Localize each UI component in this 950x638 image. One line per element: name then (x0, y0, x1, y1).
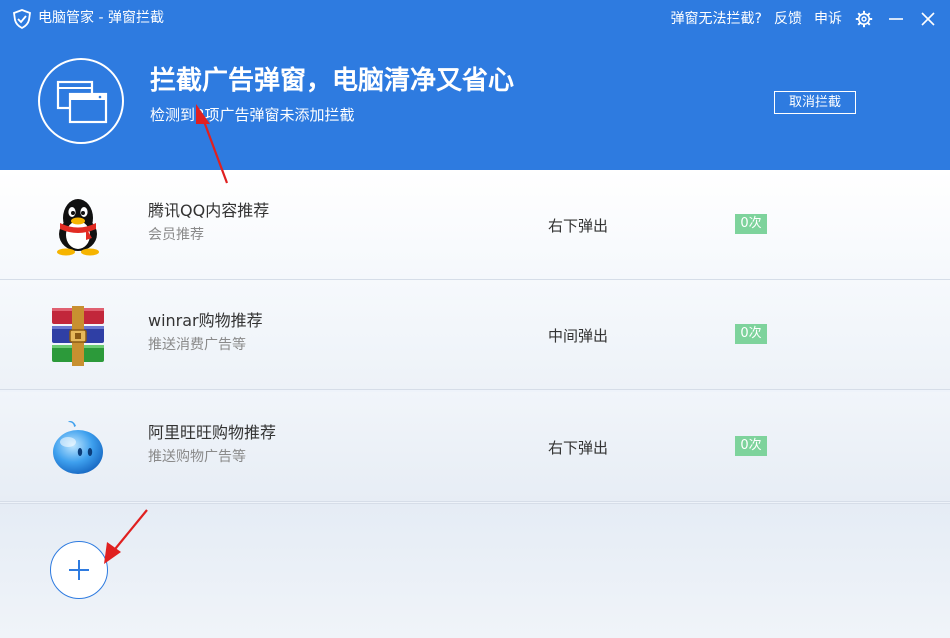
plus-icon (69, 560, 89, 580)
popup-name: 阿里旺旺购物推荐 (148, 423, 277, 442)
close-icon[interactable] (918, 9, 938, 29)
cancel-block-button[interactable]: 取消拦截 (774, 91, 856, 114)
qq-penguin-icon (57, 199, 99, 256)
popup-name: 腾讯QQ内容推荐 (148, 201, 270, 220)
aliwangwang-icon (53, 421, 103, 474)
winrar-books-icon (52, 306, 104, 366)
popup-desc: 推送购物广告等 (148, 449, 246, 465)
gear-icon[interactable] (854, 9, 874, 29)
popup-count-badge: 0次 (735, 214, 767, 234)
feedback-link[interactable]: 反馈 (774, 9, 802, 29)
title-bar-links: 弹窗无法拦截? 反馈 申诉 (671, 8, 938, 30)
footer-area (0, 503, 950, 638)
banner-subtitle: 检测到3项广告弹窗未添加拦截 (150, 106, 355, 124)
list-item: 阿里旺旺购物推荐 推送购物广告等 右下弹出 0次 (0, 392, 950, 502)
popup-desc: 推送消费广告等 (148, 337, 246, 353)
popup-position: 中间弹出 (548, 327, 609, 345)
cant-block-link[interactable]: 弹窗无法拦截? (671, 9, 762, 29)
app-window: 电脑管家 - 弹窗拦截 弹窗无法拦截? 反馈 申诉 拦截广告弹窗，电脑清净又省心… (0, 0, 950, 638)
popup-position: 右下弹出 (548, 217, 609, 235)
list-item: winrar购物推荐 推送消费广告等 中间弹出 0次 (0, 280, 950, 390)
title-bar: 电脑管家 - 弹窗拦截 弹窗无法拦截? 反馈 申诉 (0, 0, 950, 36)
shield-logo-icon (13, 9, 31, 29)
banner-title: 拦截广告弹窗，电脑清净又省心 (150, 66, 515, 96)
appeal-link[interactable]: 申诉 (814, 9, 842, 29)
popup-count-badge: 0次 (735, 436, 767, 456)
popup-desc: 会员推荐 (148, 227, 204, 243)
minimize-icon[interactable] (886, 9, 906, 29)
list-item: 腾讯QQ内容推荐 会员推荐 右下弹出 0次 (0, 170, 950, 280)
popup-count-badge: 0次 (735, 324, 767, 344)
popup-name: winrar购物推荐 (148, 311, 263, 330)
windows-icon (38, 58, 124, 144)
add-block-button[interactable] (50, 541, 108, 599)
header-banner: 电脑管家 - 弹窗拦截 弹窗无法拦截? 反馈 申诉 拦截广告弹窗，电脑清净又省心… (0, 0, 950, 170)
app-title: 电脑管家 - 弹窗拦截 (38, 10, 164, 26)
popup-position: 右下弹出 (548, 439, 609, 457)
